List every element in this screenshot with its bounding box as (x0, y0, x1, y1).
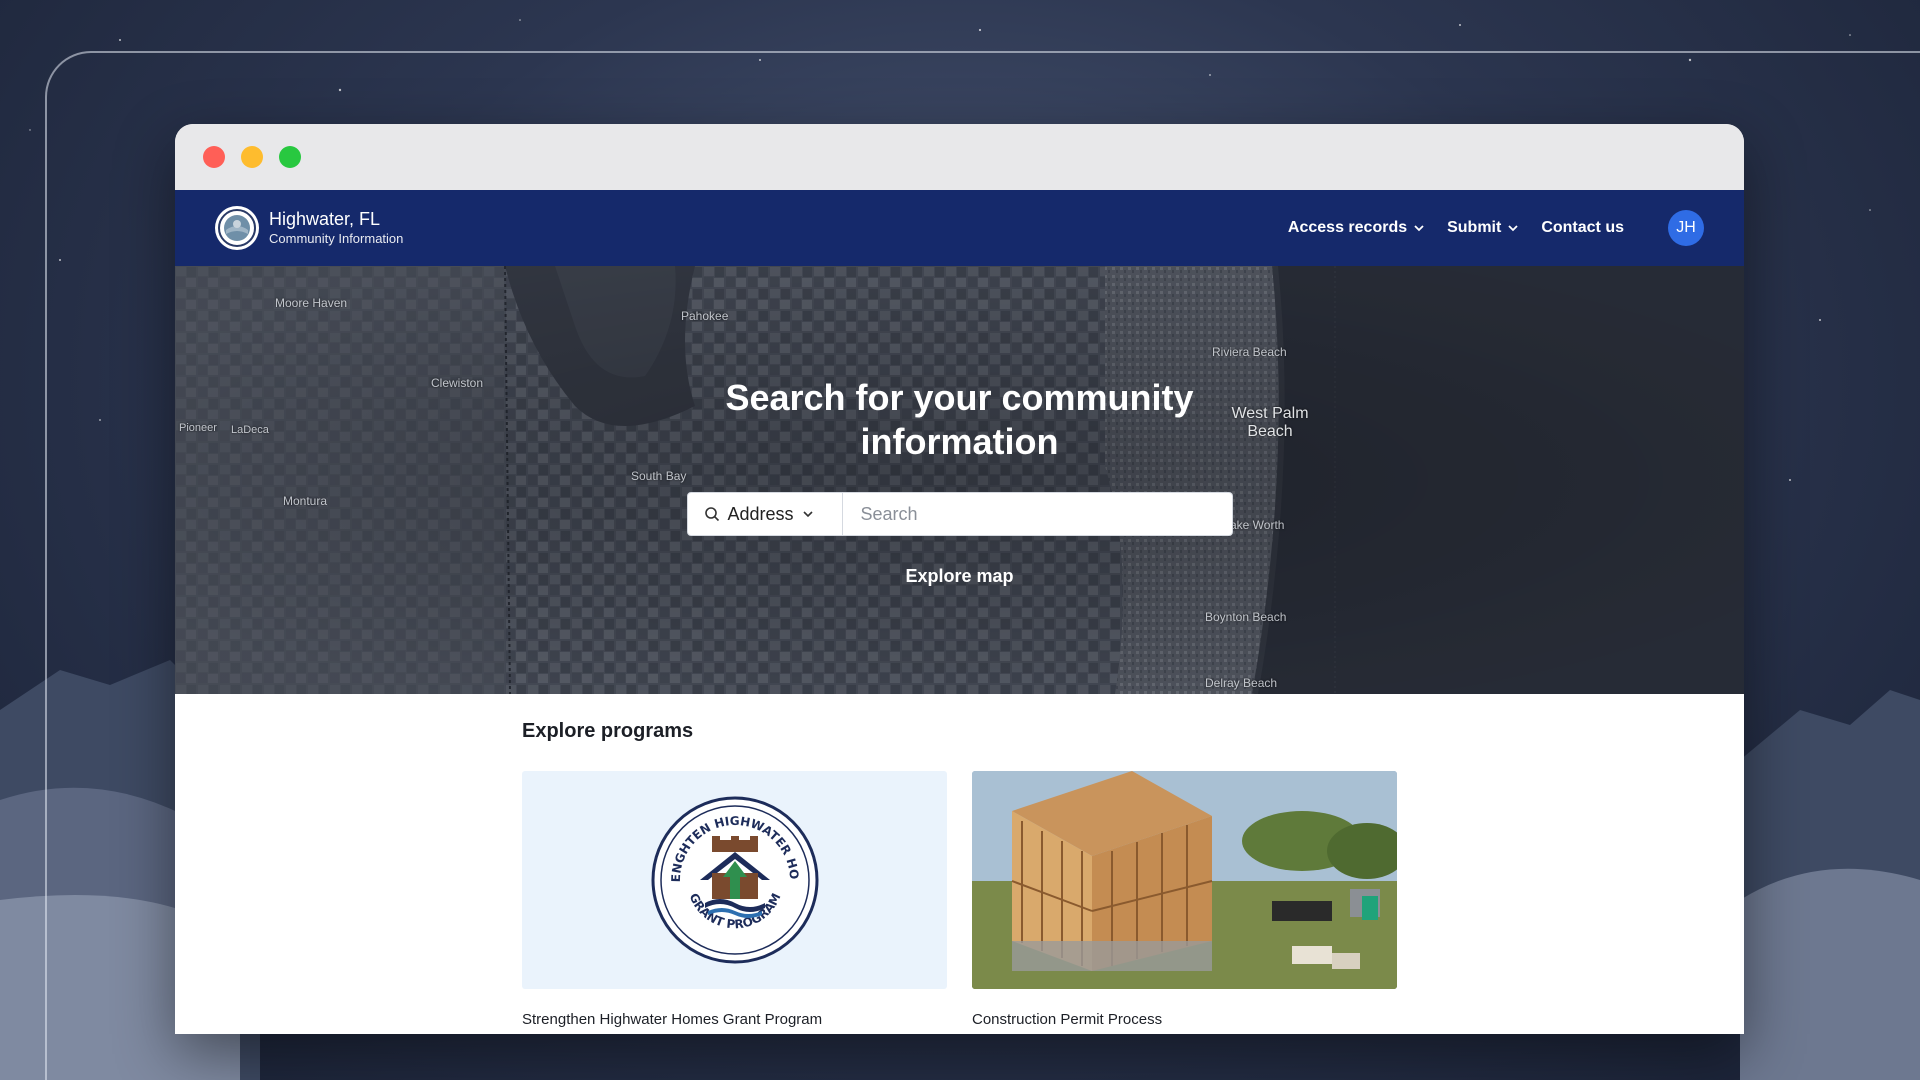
programs-title: Explore programs (522, 720, 694, 742)
program-card-label: Construction Permit Process (972, 1011, 1163, 1028)
brand-text: Highwater, FL Community Information (269, 208, 403, 248)
grant-program-logo: STRENGHTEN HIGHWATER HOMES GRANT PROGRAM (522, 771, 947, 989)
user-avatar[interactable]: JH (1668, 210, 1704, 246)
submit-label: Submit (1447, 219, 1502, 236)
window-titlebar (175, 124, 1744, 190)
search-input[interactable] (842, 493, 1232, 535)
close-window-button[interactable] (203, 146, 225, 168)
construction-photo (972, 771, 1397, 989)
city-seal-icon (215, 206, 259, 250)
browser-window: Highwater, FL Community Information Acce… (175, 124, 1744, 1034)
chevron-down-icon (1508, 225, 1518, 232)
house-frame-illustration (972, 771, 1397, 989)
site-subtitle: Community Information (269, 231, 404, 246)
search-type-dropdown[interactable]: Address (688, 493, 843, 535)
search-bar: Address (686, 492, 1233, 536)
programs-section: Explore programs STRENGHTEN HIGHWATER HO… (175, 694, 1744, 1028)
program-cards: STRENGHTEN HIGHWATER HOMES GRANT PROGRAM (522, 771, 1744, 1028)
search-icon (704, 507, 719, 522)
site-name: Highwater, FL (269, 209, 381, 229)
search-type-label: Address (727, 503, 794, 524)
access-records-label: Access records (1287, 219, 1408, 236)
site-brand[interactable]: Highwater, FL Community Information (215, 206, 403, 250)
explore-map-link[interactable]: Explore map (905, 566, 1013, 587)
hero-content: Search for your community information Ad… (175, 266, 1744, 694)
minimize-window-button[interactable] (241, 146, 263, 168)
chevron-down-icon (802, 511, 813, 518)
grant-seal-icon: STRENGHTEN HIGHWATER HOMES GRANT PROGRAM (650, 795, 818, 964)
program-card-grant[interactable]: STRENGHTEN HIGHWATER HOMES GRANT PROGRAM (522, 771, 947, 1028)
contact-us-label: Contact us (1541, 219, 1624, 236)
hero-title: Search for your community information (725, 377, 1194, 462)
submit-menu[interactable]: Submit (1447, 219, 1519, 237)
access-records-menu[interactable]: Access records (1288, 219, 1425, 237)
contact-us-link[interactable]: Contact us (1541, 219, 1624, 237)
program-card-label: Strengthen Highwater Homes Grant Program (522, 1011, 823, 1028)
hero-section: Moore Haven Pahokee Clewiston Pioneer La… (175, 266, 1744, 694)
program-card-construction[interactable]: Construction Permit Process (972, 771, 1397, 1028)
chevron-down-icon (1414, 225, 1424, 232)
nav-menu: Access records Submit Contact us JH (1288, 210, 1704, 246)
maximize-window-button[interactable] (279, 146, 301, 168)
site-navbar: Highwater, FL Community Information Acce… (175, 190, 1744, 266)
